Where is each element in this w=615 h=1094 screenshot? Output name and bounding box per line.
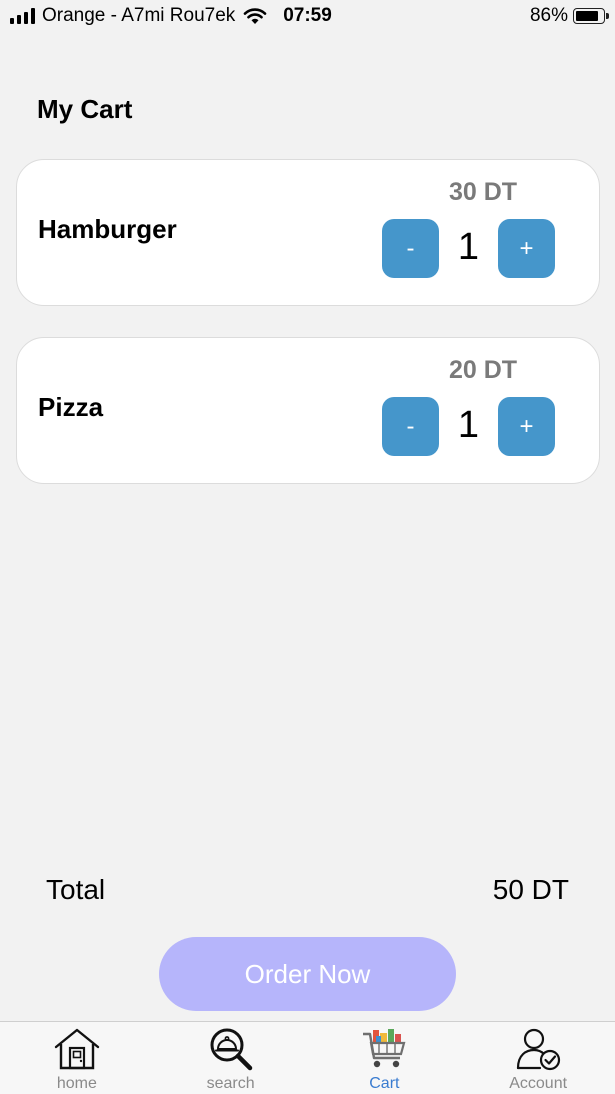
tab-label: home	[56, 1075, 97, 1092]
increase-quantity-button[interactable]: +	[498, 397, 555, 456]
cart-list: Hamburger 30 DT - 1 + Pizza 20 DT - 1 +	[16, 159, 600, 515]
total-label: Total	[46, 874, 106, 905]
increase-quantity-button[interactable]: +	[498, 219, 555, 278]
tab-label: search	[206, 1075, 255, 1092]
item-name: Pizza	[38, 392, 104, 422]
search-icon	[210, 1028, 252, 1071]
order-now-button[interactable]: Order Now	[159, 937, 456, 1011]
page-title: My Cart	[37, 94, 133, 124]
tab-cart[interactable]: Cart	[308, 1022, 462, 1094]
battery-level	[576, 11, 599, 21]
tab-label: Cart	[369, 1075, 400, 1092]
quantity-value: 1	[457, 226, 480, 268]
tab-search[interactable]: search	[154, 1022, 308, 1094]
carrier-name: Orange - A7mi Rou7ek	[42, 5, 236, 26]
status-left: Orange - A7mi Rou7ek	[10, 5, 267, 27]
tab-home[interactable]: home	[0, 1022, 154, 1094]
decrease-quantity-button[interactable]: -	[382, 219, 439, 278]
status-right: 86%	[529, 5, 609, 27]
item-price: 30 DT	[448, 178, 518, 206]
cart-item-card: Hamburger 30 DT - 1 +	[16, 159, 600, 306]
battery-percent: 86%	[529, 5, 568, 26]
total-value: 50 DT	[492, 874, 569, 905]
item-name: Hamburger	[38, 214, 177, 244]
tab-label: Account	[509, 1075, 568, 1092]
battery-icon	[573, 8, 609, 24]
cart-icon	[363, 1029, 406, 1068]
home-icon	[54, 1028, 100, 1070]
cart-item-card: Pizza 20 DT - 1 +	[16, 337, 600, 484]
account-icon	[517, 1028, 561, 1071]
wifi-icon	[243, 8, 267, 24]
signal-icon	[10, 8, 35, 24]
decrease-quantity-button[interactable]: -	[382, 397, 439, 456]
quantity-value: 1	[457, 404, 480, 446]
item-price: 20 DT	[448, 356, 518, 384]
tab-bar: home search Cart Account	[0, 1021, 615, 1094]
status-bar: Orange - A7mi Rou7ek 07:59 86%	[0, 0, 615, 32]
tab-account[interactable]: Account	[461, 1022, 615, 1094]
